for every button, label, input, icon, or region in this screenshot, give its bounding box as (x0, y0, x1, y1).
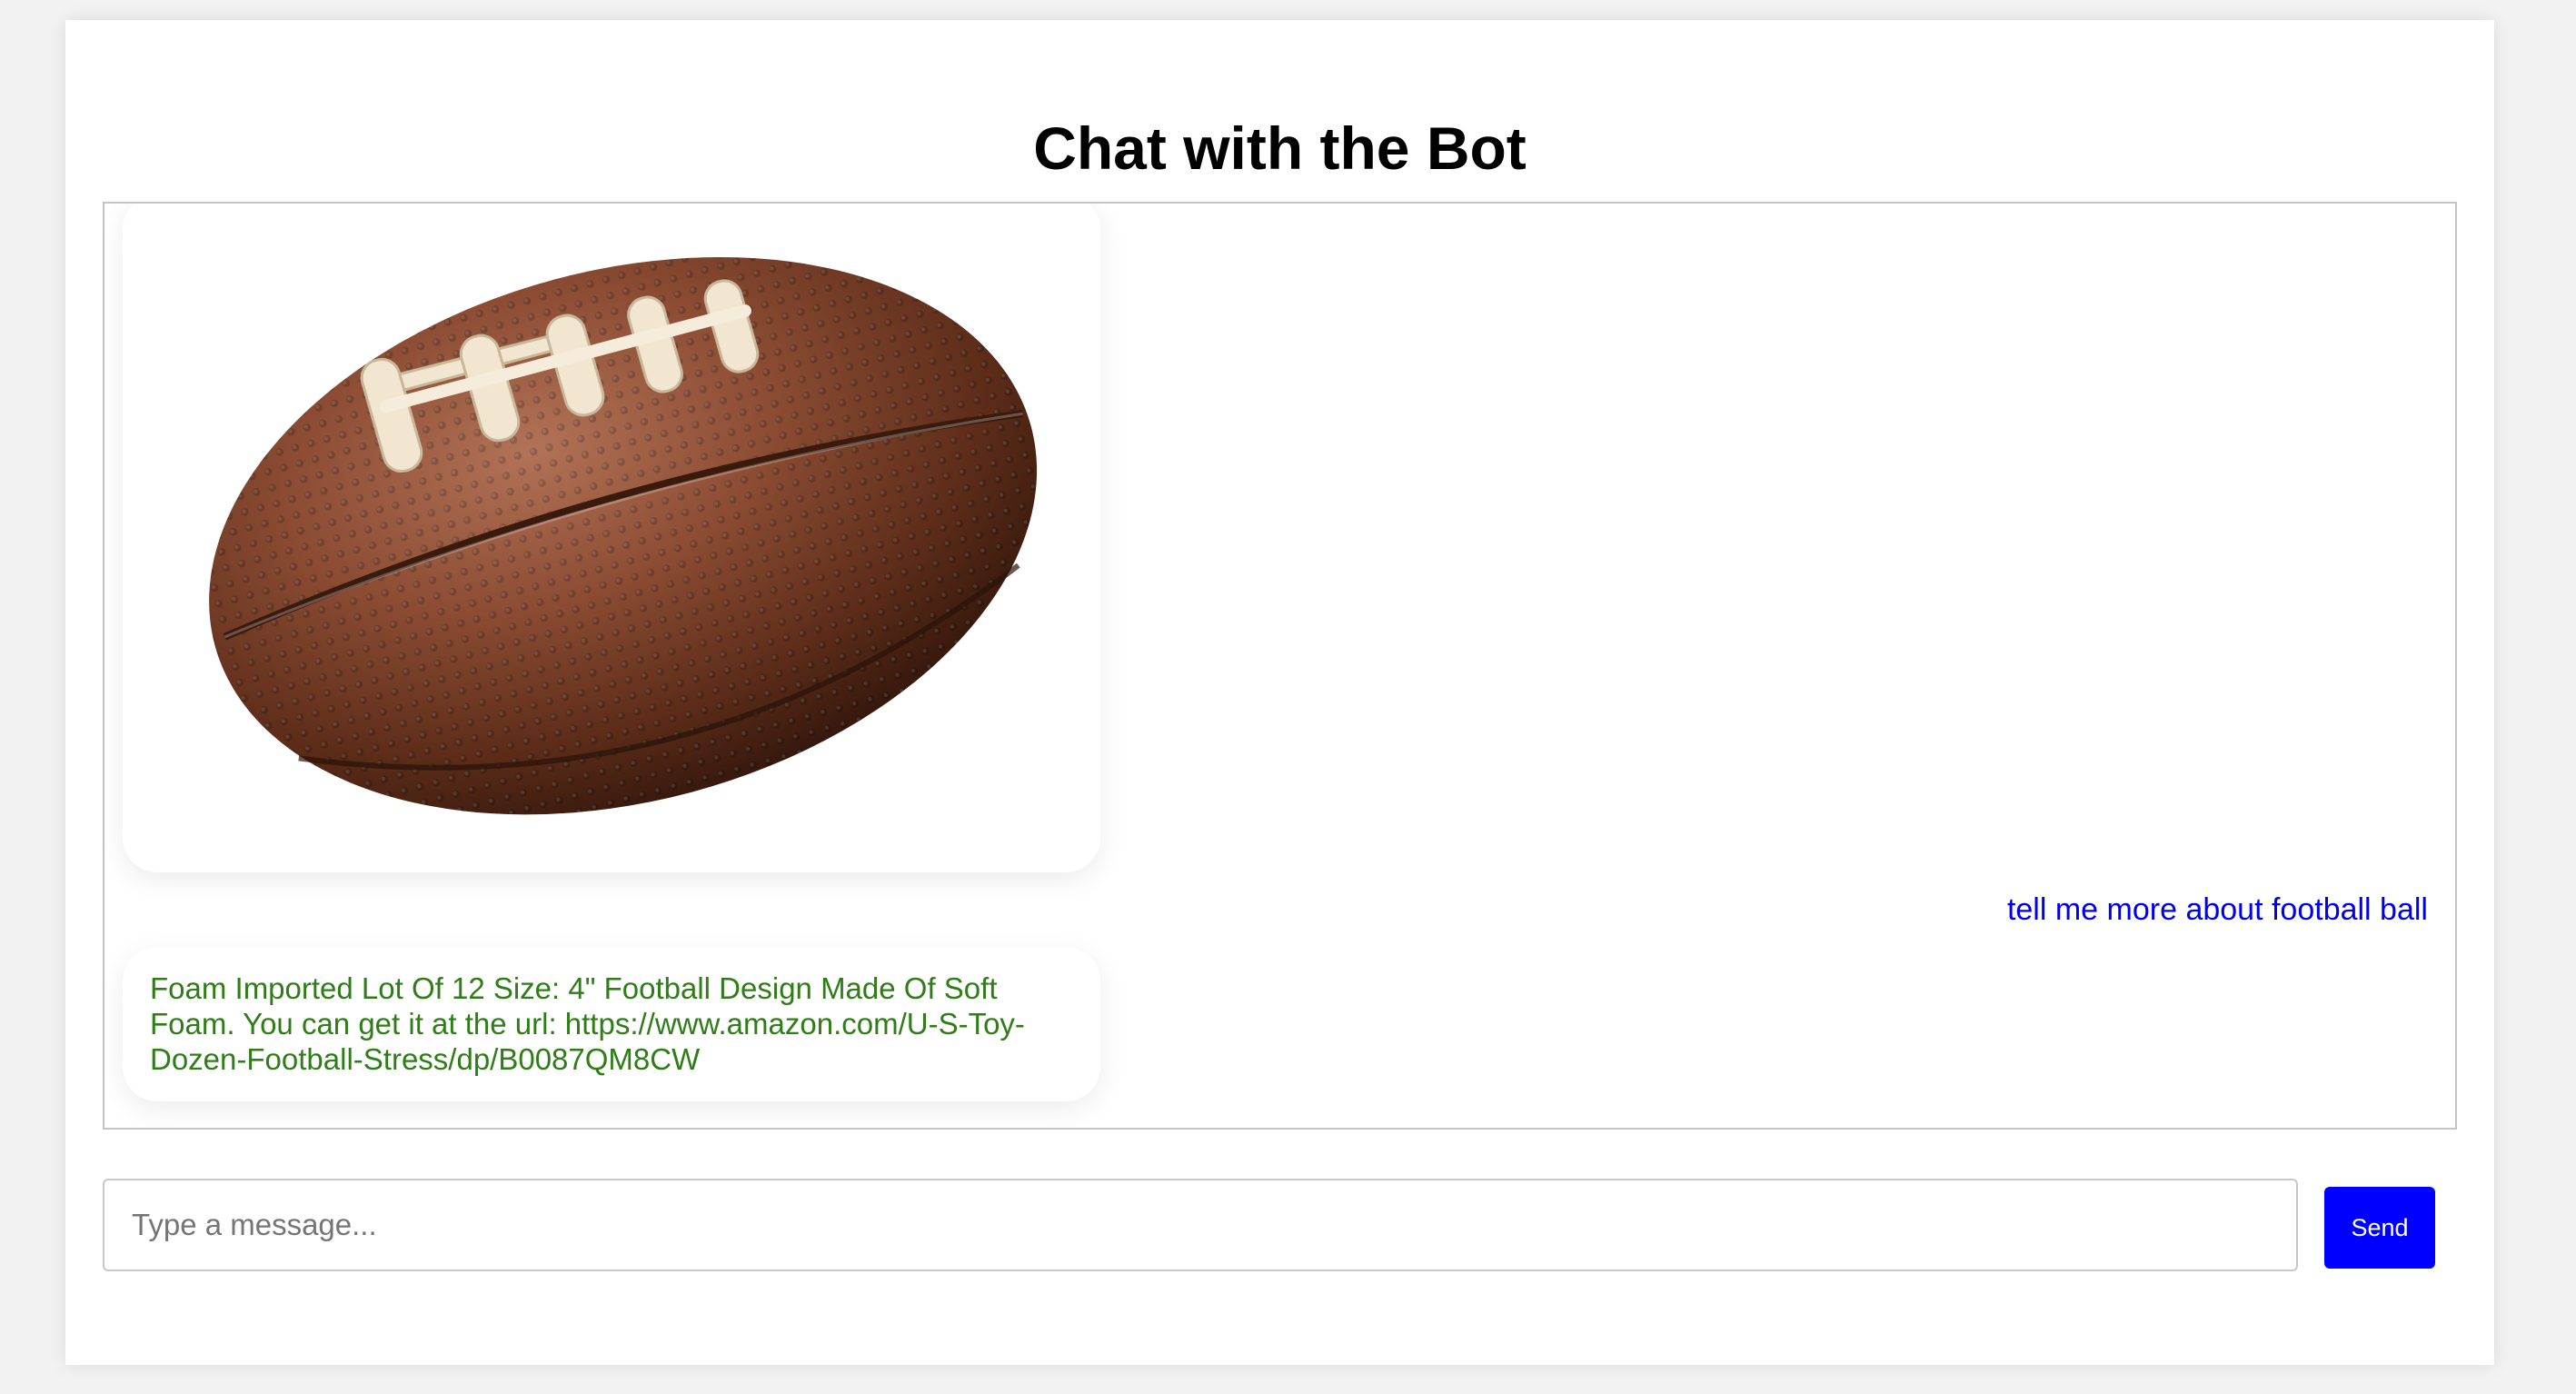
message-input[interactable] (103, 1179, 2298, 1271)
bot-image-message (123, 204, 1100, 872)
page-title: Chat with the Bot (1033, 115, 1527, 182)
football-image (209, 257, 1038, 815)
send-button[interactable]: Send (2324, 1187, 2435, 1269)
user-message: tell me more about football ball (2006, 892, 2428, 927)
chat-history[interactable]: tell me more about football ball Foam Im… (103, 202, 2457, 1130)
chat-container: Chat with the Bot tell me more about foo… (65, 20, 2494, 1365)
bot-text-message: Foam Imported Lot Of 12 Size: 4" Footbal… (123, 947, 1100, 1101)
bot-message-text: Foam Imported Lot Of 12 Size: 4" Footbal… (150, 971, 1025, 1076)
